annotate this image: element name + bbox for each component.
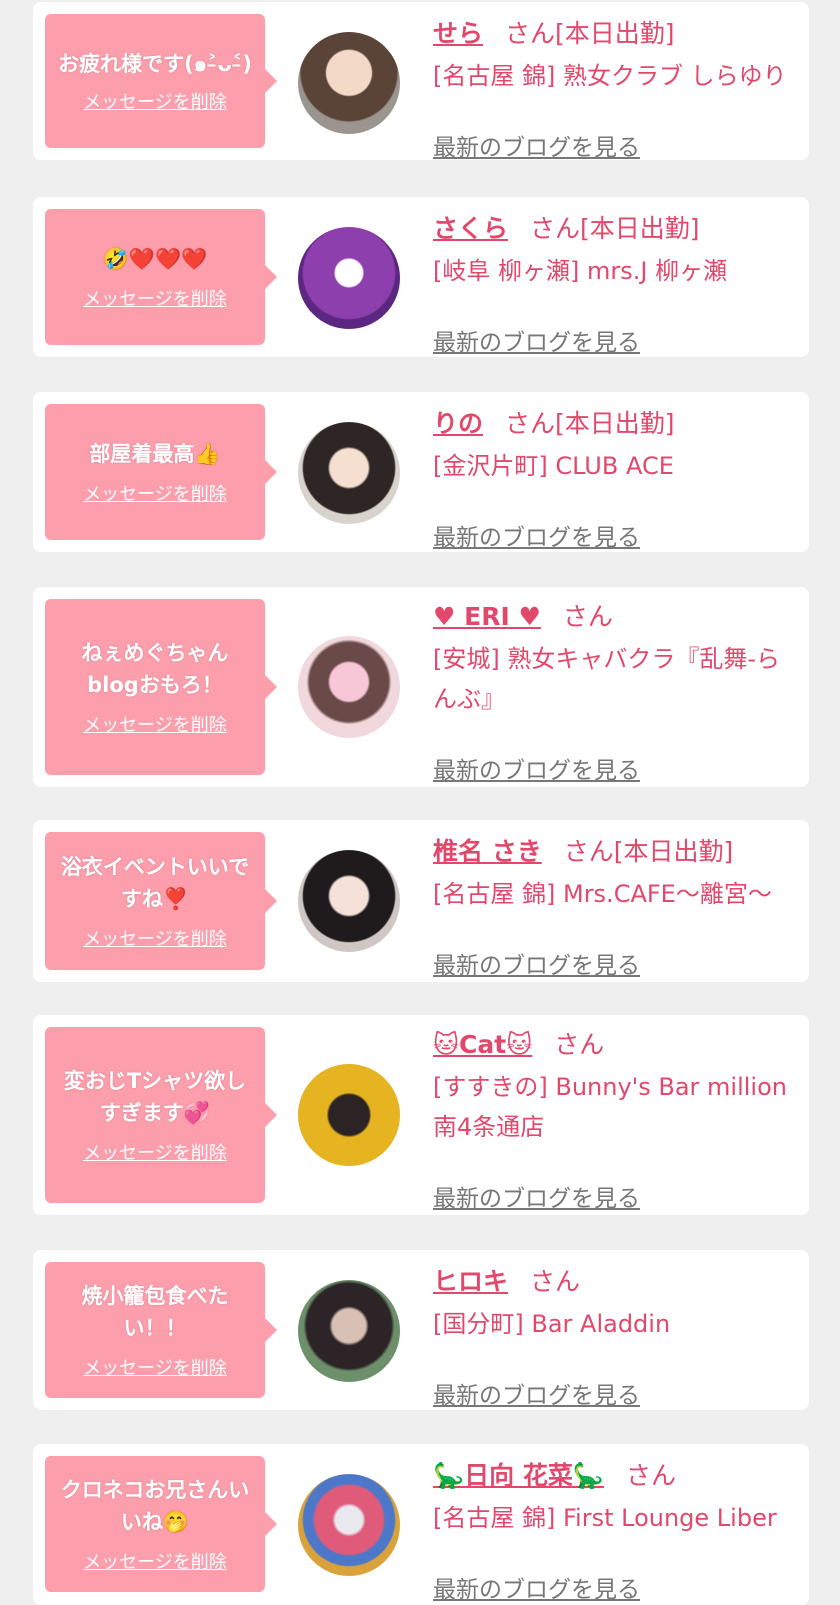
profile-info: ヒロキ さん [国分町] Bar Aladdin 最新のブログを見る bbox=[433, 1264, 799, 1409]
message-bubble: クロネコお兄さんいいね🤭 メッセージを削除 bbox=[45, 1456, 277, 1592]
message-bubble: 焼小籠包食べたい！！ メッセージを削除 bbox=[45, 1262, 277, 1398]
profile-name-link[interactable]: ♥ ERI ♥ bbox=[433, 602, 541, 631]
delete-message-link[interactable]: メッセージを削除 bbox=[83, 88, 227, 114]
message-bubble: お疲れ様です(๑˃̵ᴗ˂̵) メッセージを削除 bbox=[45, 14, 277, 148]
shop-name: [名古屋 錦] 熟女クラブ しらゆり bbox=[433, 62, 787, 90]
profile-name-link[interactable]: 🐱Cat🐱 bbox=[433, 1030, 532, 1059]
profile-name-link[interactable]: ヒロキ bbox=[433, 1267, 508, 1296]
avatar[interactable] bbox=[298, 636, 400, 738]
avatar[interactable] bbox=[298, 1064, 400, 1166]
message-text: 浴衣イベントいいですね❣️ bbox=[60, 855, 250, 911]
shop-name: [岐阜 柳ヶ瀬] mrs.J 柳ヶ瀬 bbox=[433, 257, 728, 285]
message-card: 浴衣イベントいいですね❣️ メッセージを削除 椎名 さき さん[本日出勤] [名古… bbox=[33, 820, 809, 982]
message-text: 🤣❤️❤️❤️ bbox=[102, 247, 208, 271]
delete-message-link[interactable]: メッセージを削除 bbox=[83, 925, 227, 951]
profile-name-link[interactable]: 椎名 さき bbox=[433, 837, 542, 866]
message-text: ねぇめぐちゃん blogおもろ！ bbox=[81, 641, 229, 697]
avatar[interactable] bbox=[298, 32, 400, 134]
shop-name: [金沢片町] CLUB ACE bbox=[433, 452, 674, 480]
profile-info: 🐱Cat🐱 さん [すすきの] Bunny's Bar million 南4条通店… bbox=[433, 1027, 799, 1212]
profile-info: 🦕日向 花菜🦕 さん [名古屋 錦] First Lounge Liber 最新の… bbox=[433, 1458, 799, 1603]
latest-blog-link[interactable]: 最新のブログを見る bbox=[433, 751, 640, 785]
latest-blog-link[interactable]: 最新のブログを見る bbox=[433, 323, 640, 357]
status-text: さん bbox=[554, 1030, 605, 1059]
status-text: さん bbox=[625, 1461, 676, 1490]
avatar[interactable] bbox=[298, 850, 400, 952]
latest-blog-link[interactable]: 最新のブログを見る bbox=[433, 128, 640, 162]
profile-name-link[interactable]: 🦕日向 花菜🦕 bbox=[433, 1461, 604, 1490]
status-text: さん[本日出勤] bbox=[530, 214, 700, 243]
message-bubble: 変おじTシャツ欲しすぎます💞 メッセージを削除 bbox=[45, 1027, 277, 1203]
delete-message-link[interactable]: メッセージを削除 bbox=[83, 285, 227, 311]
delete-message-link[interactable]: メッセージを削除 bbox=[83, 480, 227, 506]
profile-name-link[interactable]: さくら bbox=[433, 214, 508, 243]
message-text: 部屋着最高👍 bbox=[89, 442, 221, 466]
shop-name: [国分町] Bar Aladdin bbox=[433, 1310, 671, 1338]
delete-message-link[interactable]: メッセージを削除 bbox=[83, 1139, 227, 1165]
avatar[interactable] bbox=[298, 1474, 400, 1576]
delete-message-link[interactable]: メッセージを削除 bbox=[83, 1354, 227, 1380]
status-text: さん bbox=[530, 1267, 581, 1296]
status-text: さん bbox=[562, 602, 613, 631]
message-card: お疲れ様です(๑˃̵ᴗ˂̵) メッセージを削除 せら さん[本日出勤] [名古屋 … bbox=[33, 2, 809, 161]
shop-name: [名古屋 錦] Mrs.CAFE〜離宮〜 bbox=[433, 880, 772, 908]
message-card: 🤣❤️❤️❤️ メッセージを削除 さくら さん[本日出勤] [岐阜 柳ヶ瀬] mr… bbox=[33, 197, 809, 357]
profile-info: せら さん[本日出勤] [名古屋 錦] 熟女クラブ しらゆり 最新のブログを見る bbox=[433, 16, 799, 161]
message-text: お疲れ様です(๑˃̵ᴗ˂̵) bbox=[58, 52, 252, 76]
profile-info: ♥ ERI ♥ さん [安城] 熟女キャバクラ『乱舞-らんぶ』 最新のブログを見る bbox=[433, 599, 799, 784]
profile-name-link[interactable]: りの bbox=[433, 409, 483, 438]
avatar[interactable] bbox=[298, 227, 400, 329]
message-bubble: 部屋着最高👍 メッセージを削除 bbox=[45, 404, 277, 540]
delete-message-link[interactable]: メッセージを削除 bbox=[83, 1548, 227, 1574]
profile-name-link[interactable]: せら bbox=[433, 19, 483, 48]
message-card: 焼小籠包食べたい！！ メッセージを削除 ヒロキ さん [国分町] Bar Alad… bbox=[33, 1250, 809, 1410]
avatar[interactable] bbox=[298, 1280, 400, 1382]
latest-blog-link[interactable]: 最新のブログを見る bbox=[433, 946, 640, 980]
profile-info: りの さん[本日出勤] [金沢片町] CLUB ACE 最新のブログを見る bbox=[433, 406, 799, 551]
delete-message-link[interactable]: メッセージを削除 bbox=[83, 711, 227, 737]
message-bubble: 🤣❤️❤️❤️ メッセージを削除 bbox=[45, 209, 277, 345]
status-text: さん[本日出勤] bbox=[505, 19, 675, 48]
shop-name: [すすきの] Bunny's Bar million 南4条通店 bbox=[433, 1073, 787, 1141]
latest-blog-link[interactable]: 最新のブログを見る bbox=[433, 518, 640, 552]
message-text: クロネコお兄さんいいね🤭 bbox=[60, 1478, 250, 1534]
message-card: 変おじTシャツ欲しすぎます💞 メッセージを削除 🐱Cat🐱 さん [すすきの] B… bbox=[33, 1015, 809, 1215]
message-text: 変おじTシャツ欲しすぎます💞 bbox=[63, 1069, 247, 1125]
message-bubble: ねぇめぐちゃん blogおもろ！ メッセージを削除 bbox=[45, 599, 277, 775]
latest-blog-link[interactable]: 最新のブログを見る bbox=[433, 1179, 640, 1213]
message-bubble: 浴衣イベントいいですね❣️ メッセージを削除 bbox=[45, 832, 277, 970]
shop-name: [安城] 熟女キャバクラ『乱舞-らんぶ』 bbox=[433, 645, 781, 713]
message-text: 焼小籠包食べたい！！ bbox=[81, 1284, 229, 1340]
status-text: さん[本日出勤] bbox=[563, 837, 734, 866]
profile-info: さくら さん[本日出勤] [岐阜 柳ヶ瀬] mrs.J 柳ヶ瀬 最新のブログを見る bbox=[433, 211, 799, 356]
latest-blog-link[interactable]: 最新のブログを見る bbox=[433, 1376, 640, 1410]
message-card: ねぇめぐちゃん blogおもろ！ メッセージを削除 ♥ ERI ♥ さん [安城]… bbox=[33, 587, 809, 787]
avatar[interactable] bbox=[298, 422, 400, 524]
message-card: 部屋着最高👍 メッセージを削除 りの さん[本日出勤] [金沢片町] CLUB A… bbox=[33, 392, 809, 552]
status-text: さん[本日出勤] bbox=[505, 409, 675, 438]
shop-name: [名古屋 錦] First Lounge Liber bbox=[433, 1504, 777, 1532]
profile-info: 椎名 さき さん[本日出勤] [名古屋 錦] Mrs.CAFE〜離宮〜 最新のブロ… bbox=[433, 834, 799, 979]
message-card: クロネコお兄さんいいね🤭 メッセージを削除 🦕日向 花菜🦕 さん [名古屋 錦] … bbox=[33, 1444, 809, 1605]
latest-blog-link[interactable]: 最新のブログを見る bbox=[433, 1570, 640, 1604]
